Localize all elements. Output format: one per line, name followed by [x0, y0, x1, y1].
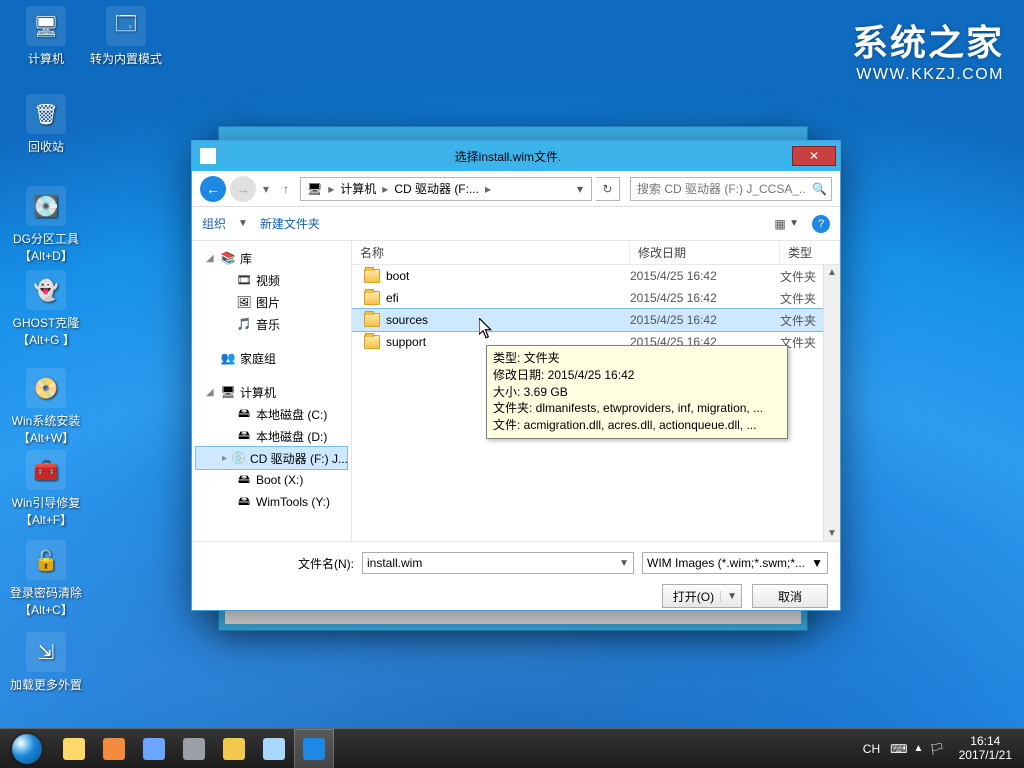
close-button[interactable]: ✕: [792, 146, 836, 166]
icon-label: DG分区工具 【Alt+D】: [6, 230, 86, 264]
icon-label: Win系统安装 【Alt+W】: [6, 412, 86, 446]
tree-drive-item[interactable]: 🖴Boot (X:): [196, 469, 347, 491]
nav-forward-button[interactable]: →: [230, 176, 256, 202]
tree-library-item[interactable]: 🎵音乐: [196, 313, 347, 335]
dialog-icon: [200, 148, 216, 164]
desktop-icon-computer[interactable]: 🖥 计算机: [6, 6, 86, 67]
tree-library-item[interactable]: 🎞视频: [196, 269, 347, 291]
ghost-icon: 👻: [26, 270, 66, 310]
ime-indicator[interactable]: CH: [859, 740, 884, 758]
ime-tool-icon[interactable]: ⌨: [890, 742, 907, 756]
dg-part-icon: 💽: [26, 186, 66, 226]
breadcrumb[interactable]: 🖥▸ 计算机▸ CD 驱动器 (F:...▸ ▾: [300, 177, 592, 201]
tree-drive-item[interactable]: 🖴本地磁盘 (D:): [196, 425, 347, 447]
icon-label: Win引导修复 【Alt+F】: [6, 494, 86, 528]
tree-computer[interactable]: ◢🖥计算机: [196, 381, 347, 403]
taskbar-app-cpu[interactable]: [174, 729, 214, 768]
icon-label: 转为内置模式: [86, 50, 166, 67]
filetype-filter[interactable]: WIM Images (*.wim;*.swm;*...▼: [642, 552, 828, 574]
folder-icon: [364, 269, 380, 283]
list-row[interactable]: boot2015/4/25 16:42文件夹: [352, 265, 840, 287]
tree-homegroup[interactable]: 👥家庭组: [196, 347, 347, 369]
desktop-icon-pw-clear[interactable]: 🔓 登录密码清除 【Alt+C】: [6, 540, 86, 618]
view-mode-button[interactable]: ▦ ▼: [769, 214, 804, 234]
desktop-icon-win-inst[interactable]: 📀 Win系统安装 【Alt+W】: [6, 368, 86, 446]
list-row[interactable]: efi2015/4/25 16:42文件夹: [352, 287, 840, 309]
more-ext-icon: ⇲: [26, 632, 66, 672]
icon-label: 回收站: [6, 138, 86, 155]
column-headers[interactable]: 名称 修改日期 类型: [352, 241, 840, 265]
nav-tree[interactable]: ◢📚库🎞视频🖼图片🎵音乐 👥家庭组 ◢🖥计算机🖴本地磁盘 (C:)🖴本地磁盘 (D:…: [192, 241, 352, 541]
search-icon: 🔍: [808, 182, 827, 196]
organize-menu[interactable]: 组织: [202, 215, 226, 232]
filename-label: 文件名(N):: [204, 555, 354, 572]
switch-mode-icon: 🗔: [106, 6, 146, 46]
pw-clear-icon: 🔓: [26, 540, 66, 580]
help-button[interactable]: ?: [812, 215, 830, 233]
folder-icon: [364, 335, 380, 349]
computer-icon: 🖥: [26, 6, 66, 46]
scrollbar[interactable]: ▲▼: [823, 265, 840, 541]
desktop-icon-ghost[interactable]: 👻 GHOST克隆 【Alt+G 】: [6, 270, 86, 348]
list-row[interactable]: sources2015/4/25 16:42文件夹: [352, 309, 840, 331]
desktop-icon-boot-fix[interactable]: 🧰 Win引导修复 【Alt+F】: [6, 450, 86, 528]
open-button[interactable]: 打开(O)▼: [662, 584, 742, 608]
desktop-icon-more-ext[interactable]: ⇲ 加载更多外置: [6, 632, 86, 693]
tree-drive-item[interactable]: ▸💿CD 驱动器 (F:) J...: [196, 447, 347, 469]
tree-drive-item[interactable]: 🖴本地磁盘 (C:): [196, 403, 347, 425]
new-folder-button[interactable]: 新建文件夹: [260, 215, 320, 232]
tree-library-item[interactable]: 🖼图片: [196, 291, 347, 313]
nav-up-button[interactable]: ↑: [276, 179, 296, 199]
watermark: 系统之家 WWW.KKZJ.COM: [852, 14, 1004, 84]
taskbar-app-notepad[interactable]: [254, 729, 294, 768]
taskbar-app-tool[interactable]: [214, 729, 254, 768]
cancel-button[interactable]: 取消: [752, 584, 828, 608]
refresh-button[interactable]: ↻: [596, 177, 620, 201]
desktop-icon-recycle[interactable]: 🗑 回收站: [6, 94, 86, 155]
clock[interactable]: 16:14 2017/1/21: [951, 735, 1020, 761]
folder-icon: [364, 313, 380, 327]
desktop-icon-dg-part[interactable]: 💽 DG分区工具 【Alt+D】: [6, 186, 86, 264]
recycle-icon: 🗑: [26, 94, 66, 134]
dialog-title: 选择install.wim文件.: [224, 148, 792, 165]
hover-tooltip: 类型: 文件夹 修改日期: 2015/4/25 16:42 大小: 3.69 G…: [486, 345, 788, 439]
nav-back-button[interactable]: ←: [200, 176, 226, 202]
search-input[interactable]: 🔍: [630, 177, 832, 201]
win-inst-icon: 📀: [26, 368, 66, 408]
taskbar: CH ⌨ ▲ 🏳 16:14 2017/1/21: [0, 728, 1024, 768]
desktop-icon-switch-mode[interactable]: 🗔 转为内置模式: [86, 6, 166, 67]
folder-icon: [364, 291, 380, 305]
icon-label: 登录密码清除 【Alt+C】: [6, 584, 86, 618]
taskbar-app-dg[interactable]: [94, 729, 134, 768]
nav-history-dropdown[interactable]: ▾: [260, 182, 272, 196]
tree-drive-item[interactable]: 🖴WimTools (Y:): [196, 491, 347, 513]
tray-up-icon[interactable]: ▲: [913, 743, 923, 754]
icon-label: GHOST克隆 【Alt+G 】: [6, 314, 86, 348]
organize-dropdown-icon[interactable]: ▼: [236, 218, 250, 229]
icon-label: 加载更多外置: [6, 676, 86, 693]
taskbar-app-explorer[interactable]: [54, 729, 94, 768]
filename-combobox[interactable]: install.wim▼: [362, 552, 634, 574]
boot-fix-icon: 🧰: [26, 450, 66, 490]
start-button[interactable]: [0, 729, 54, 768]
tree-libraries[interactable]: ◢📚库: [196, 247, 347, 269]
taskbar-app-wininstall[interactable]: [294, 729, 334, 768]
tray-flag-icon[interactable]: 🏳: [929, 742, 944, 756]
taskbar-app-cleaner[interactable]: [134, 729, 174, 768]
icon-label: 计算机: [6, 50, 86, 67]
